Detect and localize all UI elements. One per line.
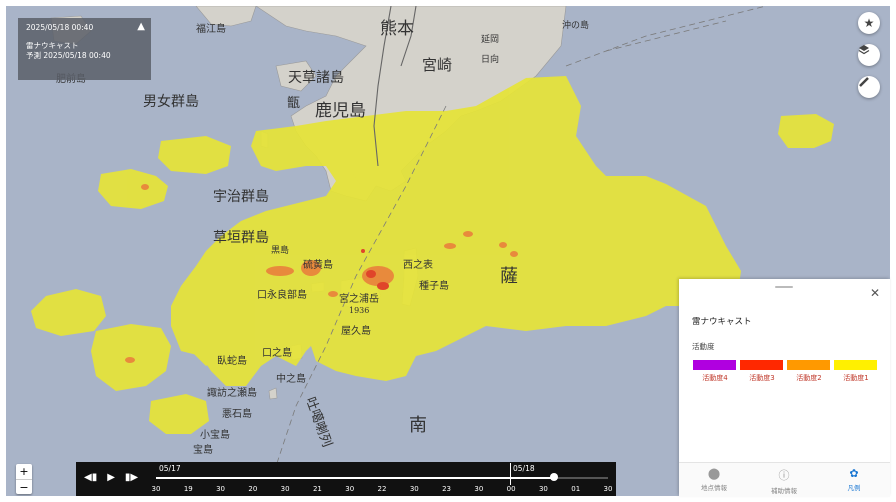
date-label-start: 05/17 <box>159 464 181 473</box>
time-tick-label: 21 <box>312 485 322 493</box>
legend-swatch <box>693 360 736 370</box>
time-tick-label: 19 <box>183 485 193 493</box>
legend-swatch-label: 活動度1 <box>843 374 869 382</box>
legend-subtitle: 活動度 <box>692 342 715 351</box>
label-minami: 南 <box>409 415 427 436</box>
playback-controls: ◀▮ ▶ ▮▶ <box>84 472 138 483</box>
label-uji: 宇治群島 <box>213 189 269 205</box>
info-datetime: 2025/05/18 00:40 <box>26 23 94 32</box>
tab-supplementary-info[interactable]: ⓘ 補助情報 <box>749 467 819 495</box>
tab-legend[interactable]: ✿ 凡例 <box>819 467 889 492</box>
legend-swatch-label: 活動度3 <box>749 374 775 382</box>
time-tick-label: 30 <box>603 485 613 493</box>
step-forward-icon[interactable]: ▮▶ <box>125 472 138 483</box>
legend-swatch-label: 活動度4 <box>702 374 728 382</box>
info-forecast: 予測 2025/05/18 00:40 <box>26 51 111 60</box>
ruler-icon <box>859 77 869 87</box>
zoom-in-button[interactable]: + <box>16 464 32 480</box>
legend-swatch <box>740 360 783 370</box>
label-danjo: 男女群島 <box>143 93 199 110</box>
time-tick-label: 00 <box>506 485 516 493</box>
label-iojima: 硫黄島 <box>303 258 333 271</box>
label-gajajima: 臥蛇島 <box>217 354 247 367</box>
label-tanegashima: 種子島 <box>419 279 449 292</box>
label-miyazaki: 宮崎 <box>422 56 452 74</box>
time-slider-bar: ◀▮ ▶ ▮▶ 05/17 05/18 30 19 30 20 30 21 30 22 30 23… <box>76 462 616 496</box>
time-tick-label: 22 <box>377 485 387 493</box>
time-tick-label: 30 <box>151 485 161 493</box>
layers-icon <box>858 45 870 55</box>
label-kusagaki: 草垣群島 <box>213 230 269 246</box>
time-tick-label: 30 <box>474 485 484 493</box>
bottom-tabs: ⬤ 地点情報 ⓘ 補助情報 ✿ 凡例 <box>679 462 890 497</box>
palette-icon: ✿ <box>849 467 859 480</box>
tab-label: 地点情報 <box>701 484 727 492</box>
forecast-info-panel: 2025/05/18 00:40 雷ナウキャスト 予測 2025/05/18 0… <box>18 18 151 80</box>
label-kagoshima: 鹿児島 <box>315 101 366 121</box>
label-okinoshima: 沖の島 <box>562 19 589 31</box>
location-pin-icon: ⬤ <box>707 467 721 480</box>
close-icon[interactable]: ✕ <box>870 286 880 300</box>
panel-drag-handle[interactable] <box>775 286 793 288</box>
star-icon: ★ <box>863 16 875 30</box>
layers-button[interactable] <box>858 44 880 66</box>
time-tick-label: 30 <box>538 485 548 493</box>
tab-label: 補助情報 <box>771 487 797 495</box>
step-back-icon[interactable]: ◀▮ <box>84 472 97 483</box>
tab-label: 凡例 <box>847 484 861 492</box>
date-separator <box>510 463 511 485</box>
legend-panel: ✕ 雷ナウキャスト 活動度 活動度4 活動度3 活動度2 活動度1 ⬤ 地点情報 ⓘ … <box>679 279 890 497</box>
measure-button[interactable] <box>858 76 880 98</box>
label-fukuejima: 福江島 <box>196 22 226 35</box>
time-tick-label: 30 <box>280 485 290 493</box>
zoom-control: + − <box>16 464 32 494</box>
time-ticks: 30 19 30 20 30 21 30 22 30 23 30 00 30 01 30 <box>152 485 613 495</box>
label-satsuma: 薩 <box>500 266 518 287</box>
label-nishinoomote: 西之表 <box>403 258 433 271</box>
date-label-next: 05/18 <box>513 464 535 473</box>
label-suwanose: 諏訪之瀬島 <box>207 386 257 399</box>
time-tick-label: 30 <box>345 485 355 493</box>
time-tick-label: 30 <box>409 485 419 493</box>
label-kuroshima: 黒島 <box>271 244 289 256</box>
label-kumamoto: 熊本 <box>380 19 414 39</box>
play-icon[interactable]: ▶ <box>107 472 115 483</box>
legend-swatch <box>834 360 877 370</box>
label-miyanoura-elev: 1936 <box>349 306 369 315</box>
label-nobeoka: 延岡 <box>481 33 499 45</box>
legend-title: 雷ナウキャスト <box>692 317 752 327</box>
label-miyanoura: 宮之浦岳 <box>339 292 379 305</box>
label-kodakara: 小宝島 <box>200 428 230 441</box>
time-track-fill <box>156 477 554 479</box>
label-takara: 宝島 <box>193 443 213 456</box>
label-nakanoshima: 中之島 <box>276 372 306 385</box>
time-tick-label: 20 <box>248 485 258 493</box>
label-hyuga: 日向 <box>481 53 499 65</box>
label-amakusa: 天草諸島 <box>288 70 344 86</box>
info-icon: ⓘ <box>778 469 790 482</box>
label-akuseki: 悪石島 <box>222 407 252 420</box>
time-tick-label: 30 <box>216 485 226 493</box>
label-yakushima: 屋久島 <box>341 324 371 337</box>
time-tick-label: 23 <box>442 485 452 493</box>
info-title: 雷ナウキャスト <box>26 41 79 50</box>
label-kuchinoshima: 口之島 <box>262 346 292 359</box>
label-kuchinoerabu: 口永良部島 <box>257 288 307 301</box>
zoom-out-button[interactable]: − <box>16 480 32 495</box>
legend-swatch <box>787 360 830 370</box>
time-track[interactable] <box>156 477 608 479</box>
chevron-up-icon[interactable]: ▲ <box>137 22 145 32</box>
time-tick-label: 01 <box>571 485 581 493</box>
favorite-button[interactable]: ★ <box>858 12 880 34</box>
tab-location-info[interactable]: ⬤ 地点情報 <box>679 467 749 492</box>
time-slider-handle[interactable] <box>549 473 558 481</box>
label-koshiki: 甑 <box>287 96 300 111</box>
legend-swatch-label: 活動度2 <box>796 374 822 382</box>
